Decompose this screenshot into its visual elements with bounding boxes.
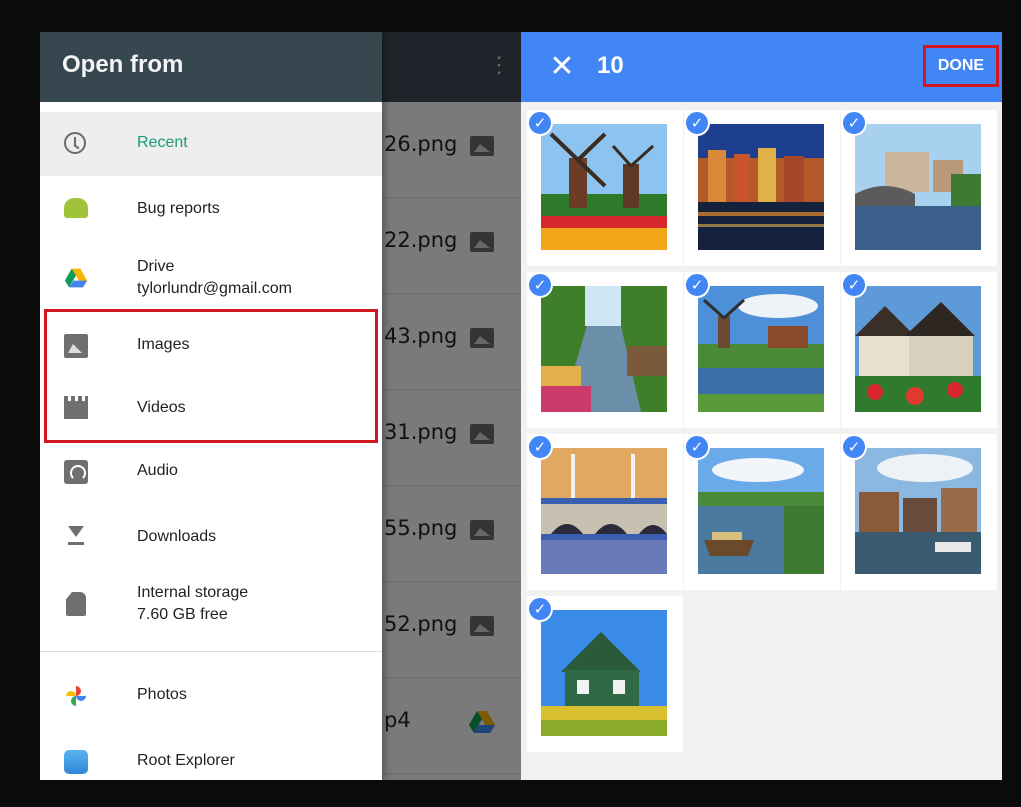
root-explorer-icon	[64, 750, 88, 774]
drawer-item-label: Internal storage	[137, 584, 249, 601]
windmills-tulips-photo	[541, 124, 667, 250]
selected-check-icon[interactable]: ✓	[527, 272, 553, 298]
photos-icon	[66, 686, 86, 706]
windmill-river-photo	[698, 286, 824, 412]
photo-tile[interactable]: ✓	[841, 272, 997, 428]
android-icon	[64, 198, 88, 218]
photo-tile[interactable]: ✓	[841, 110, 997, 266]
drawer-item-label: Audio	[137, 462, 178, 479]
thatched-houses-photo	[855, 286, 981, 412]
selected-check-icon[interactable]: ✓	[684, 110, 710, 136]
download-icon	[64, 524, 88, 548]
drawer-item-label: Root Explorer	[137, 752, 235, 769]
images-videos-highlight	[44, 309, 378, 443]
photo-tile[interactable]: ✓	[684, 272, 840, 428]
drive-icon	[64, 268, 88, 288]
selected-check-icon[interactable]: ✓	[841, 272, 867, 298]
drawer-item-free-space: 7.60 GB free	[137, 606, 228, 623]
done-button[interactable]: DONE	[923, 45, 999, 87]
drawer-item-downloads[interactable]: Downloads	[40, 506, 382, 570]
selected-check-icon[interactable]: ✓	[527, 434, 553, 460]
drawer-divider	[40, 651, 382, 652]
photo-tile[interactable]: ✓	[684, 434, 840, 590]
green-house-photo	[541, 610, 667, 736]
drawer-item-label: Photos	[137, 686, 187, 703]
selected-check-icon[interactable]: ✓	[527, 110, 553, 136]
boat-canal-photo	[698, 448, 824, 574]
drawer-item-label: Bug reports	[137, 200, 220, 217]
selected-check-icon[interactable]: ✓	[684, 272, 710, 298]
canal-houses-photo	[855, 448, 981, 574]
drawer-header: Open from	[40, 32, 382, 102]
drawer-item-drive[interactable]: Drive tylorlundr@gmail.com	[40, 246, 382, 310]
drawbridge-photo	[541, 448, 667, 574]
photo-tile[interactable]: ✓	[841, 434, 997, 590]
canal-bridge-photo	[855, 124, 981, 250]
drawer-item-recent[interactable]: Recent	[40, 112, 382, 176]
selected-check-icon[interactable]: ✓	[841, 110, 867, 136]
selected-check-icon[interactable]: ✓	[527, 596, 553, 622]
drawer-item-internal-storage[interactable]: Internal storage 7.60 GB free	[40, 570, 382, 640]
selected-check-icon[interactable]: ✓	[841, 434, 867, 460]
photo-tile[interactable]: ✓	[527, 272, 683, 428]
drawer-item-label: Recent	[137, 134, 188, 151]
drawer-item-root-explorer[interactable]: Root Explorer	[40, 730, 382, 780]
photo-tile[interactable]: ✓	[684, 110, 840, 266]
photo-picker: ✕ 10 DONE ✓ ✓ ✓ ✓ ✓ ✓ ✓ ✓ ✓ ✓	[521, 32, 1002, 780]
audio-icon	[64, 460, 88, 484]
photo-tile[interactable]: ✓	[527, 596, 683, 752]
selected-count: 10	[597, 52, 624, 79]
photo-tile[interactable]: ✓	[527, 110, 683, 266]
drawer-item-label: Downloads	[137, 528, 217, 545]
close-icon[interactable]: ✕	[545, 50, 579, 84]
open-from-drawer: Open from Recent Bug reports Drive tylor…	[40, 32, 382, 780]
canal-night-photo	[698, 124, 824, 250]
photo-tile[interactable]: ✓	[527, 434, 683, 590]
drawer-item-label: Drive	[137, 258, 175, 275]
screenshot-frame: ⋮ 26.png 22.png 43.png 31.png 55.png 52.…	[40, 32, 1002, 780]
drawer-item-photos[interactable]: Photos	[40, 664, 382, 728]
sd-card-icon	[66, 592, 86, 616]
tree-lined-canal-photo	[541, 286, 667, 412]
picker-toolbar: ✕ 10 DONE	[521, 32, 1002, 102]
drawer-item-bug-reports[interactable]: Bug reports	[40, 178, 382, 242]
drawer-item-account: tylorlundr@gmail.com	[137, 280, 292, 297]
clock-icon	[64, 132, 86, 154]
drawer-title: Open from	[62, 51, 184, 78]
selected-check-icon[interactable]: ✓	[684, 434, 710, 460]
drawer-item-audio[interactable]: Audio	[40, 440, 382, 504]
